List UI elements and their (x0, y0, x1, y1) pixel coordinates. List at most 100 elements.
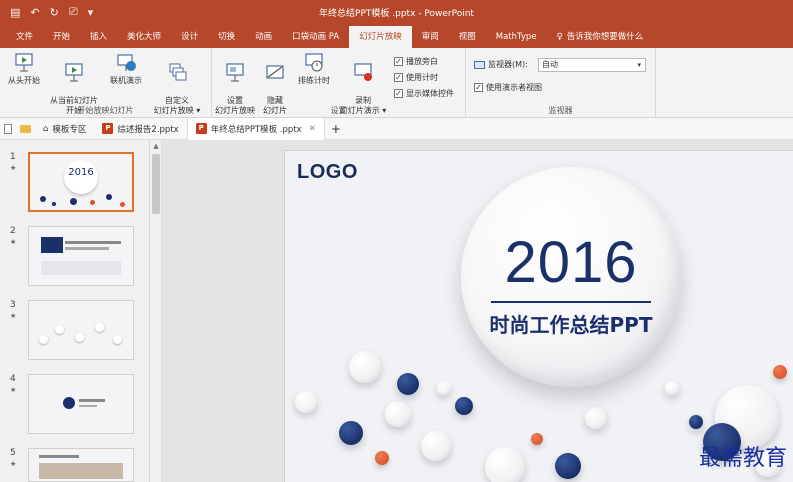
show-media-controls-checkbox[interactable]: ✓ 显示媒体控件 (394, 88, 454, 99)
doc-tab-label: 综述报告2.pptx (117, 124, 179, 135)
custom-show-icon (169, 63, 187, 81)
current-slide[interactable]: LOGO 2016 时尚工作总结PPT (284, 150, 793, 482)
doc-tab-summary-report[interactable]: P 综述报告2.pptx (94, 118, 186, 140)
thumb-block (79, 399, 105, 402)
start-slideshow-group: 从头开始 从当前幻灯片 开始 联机演示 自定义 幻灯片放映 ▾ 开始放映幻灯片 (0, 48, 212, 118)
thumb-dot (52, 202, 56, 206)
scroll-up-icon[interactable]: ▲ (150, 142, 162, 150)
present-online-button[interactable]: 联机演示 (106, 52, 146, 86)
ribbon-tabs: 文件 开始 插入 美化大师 设计 切换 动画 口袋动画 PA 幻灯片放映 审阅 … (0, 24, 793, 48)
close-icon[interactable]: ✕ (309, 124, 316, 134)
monitor-icon (474, 60, 485, 69)
thumb-dot (70, 198, 77, 205)
monitor-dropdown[interactable]: 自动 ▾ (538, 58, 646, 72)
lightbulb-icon: ♀ (556, 32, 563, 42)
decor-bubble (773, 365, 787, 379)
pptx-file-icon: P (195, 123, 207, 134)
slide-thumbnail-4[interactable] (28, 374, 134, 434)
checkbox-checked-icon: ✓ (474, 83, 483, 92)
tab-insert[interactable]: 插入 (80, 26, 117, 48)
thumb-dot (75, 333, 84, 342)
decor-bubble (421, 431, 451, 461)
from-beginning-button[interactable]: 从头开始 (4, 52, 44, 86)
slide-editing-area[interactable]: LOGO 2016 时尚工作总结PPT (162, 140, 793, 482)
watermark-text: 最需教育 (698, 446, 787, 471)
tab-file[interactable]: 文件 (6, 26, 43, 48)
thumb-dot (90, 200, 95, 205)
slide-subtitle[interactable]: 时尚工作总结PPT (451, 309, 691, 338)
monitor-label-row: 监视器(M): (474, 59, 528, 70)
thumb-dot (106, 194, 112, 200)
scrollbar-thumb[interactable] (152, 154, 160, 214)
rehearse-timings-button[interactable]: 排练计时 (294, 52, 334, 86)
document-tabs: ⌂ 模板专区 P 综述报告2.pptx P 年终总结PPT模板 .pptx ✕ … (0, 117, 793, 140)
use-timings-checkbox[interactable]: ✓ 使用计时 (394, 72, 438, 83)
thumb-dot (55, 325, 64, 334)
slide-thumbnail-3[interactable] (28, 300, 134, 360)
slide-thumbnail-1[interactable]: 2016 (28, 152, 134, 212)
decor-bubble (585, 407, 607, 429)
doc-tab-template-zone[interactable]: ⌂ 模板专区 (35, 118, 94, 140)
present-online-label: 联机演示 (110, 76, 142, 85)
thumb-dot (95, 323, 104, 332)
slide-thumbnail-5[interactable] (28, 448, 134, 482)
tab-design[interactable]: 设计 (171, 26, 208, 48)
thumb-dot (120, 202, 125, 207)
from-beginning-label: 从头开始 (8, 76, 40, 85)
decor-bubble (339, 421, 363, 445)
thumb-block (39, 455, 79, 458)
title-circle[interactable]: 2016 时尚工作总结PPT (461, 167, 681, 387)
slide-logo[interactable]: LOGO (297, 161, 358, 184)
tab-review[interactable]: 审阅 (412, 26, 449, 48)
checkbox-checked-icon: ✓ (394, 89, 403, 98)
use-timings-label: 使用计时 (406, 73, 438, 82)
tab-slideshow[interactable]: 幻灯片放映 (349, 26, 412, 48)
chevron-down-icon: ▾ (637, 61, 641, 69)
tell-me-box[interactable]: ♀ 告诉我你想要做什么 (547, 26, 654, 48)
tab-animations[interactable]: 动画 (245, 26, 282, 48)
slide-number: 5 (10, 448, 16, 458)
tab-pocket-animation[interactable]: 口袋动画 PA (282, 26, 349, 48)
slide-number: 1 (10, 152, 16, 162)
decor-bubble (295, 391, 317, 413)
thumb-dot (63, 397, 75, 409)
thumb-dot (40, 196, 46, 202)
record-show-icon (354, 63, 372, 81)
tab-home[interactable]: 开始 (43, 26, 80, 48)
doc-tab-label: 模板专区 (52, 124, 87, 135)
tab-mathtype[interactable]: MathType (486, 26, 547, 48)
open-folder-button[interactable] (16, 118, 35, 140)
thumbnail-scrollbar[interactable]: ▲ (150, 140, 162, 482)
slide-thumbnail-pane: 1 ★ 2016 2 ★ 3 ★ 4 ★ 5 ★ (0, 140, 150, 482)
slide-year[interactable]: 2016 (461, 229, 681, 296)
ribbon: 从头开始 从当前幻灯片 开始 联机演示 自定义 幻灯片放映 ▾ 开始放映幻灯片 … (0, 48, 793, 118)
animation-star-icon: ★ (10, 386, 17, 394)
presenter-view-checkbox[interactable]: ✓ 使用演示者视图 (474, 82, 542, 93)
thumb-dot (113, 335, 122, 344)
thumb-year: 2016 (68, 167, 94, 178)
play-narrations-checkbox[interactable]: ✓ 播放旁白 (394, 56, 438, 67)
pptx-file-icon: P (102, 123, 114, 134)
setup-group: 设置 幻灯片放映 隐藏 幻灯片 排练计时 录制 幻灯片演示 ▾ ✓ 播放旁白 ✓… (212, 48, 466, 118)
checkbox-checked-icon: ✓ (394, 73, 403, 82)
title-divider (491, 301, 651, 303)
tab-view[interactable]: 视图 (449, 26, 486, 48)
doc-tab-year-end-summary[interactable]: P 年终总结PPT模板 .pptx ✕ (186, 117, 325, 140)
folder-icon (20, 124, 31, 133)
tab-beautify-master[interactable]: 美化大师 (117, 26, 171, 48)
presenter-view-label: 使用演示者视图 (486, 83, 542, 92)
decor-bubble (665, 381, 679, 395)
monitor-group-label: 监视器 (548, 106, 573, 115)
decor-bubble (485, 447, 525, 482)
setup-group-label: 设置 (330, 106, 347, 115)
add-tab-button[interactable]: + (325, 118, 347, 140)
thumb-block (41, 237, 63, 253)
play-from-current-icon (65, 63, 83, 82)
thumb-block (41, 261, 121, 275)
slide-thumbnail-2[interactable] (28, 226, 134, 286)
thumb-block (65, 241, 121, 244)
slide-number: 2 (10, 226, 16, 236)
new-doc-button[interactable] (0, 118, 16, 140)
present-online-icon (117, 54, 136, 71)
tab-transitions[interactable]: 切换 (208, 26, 245, 48)
